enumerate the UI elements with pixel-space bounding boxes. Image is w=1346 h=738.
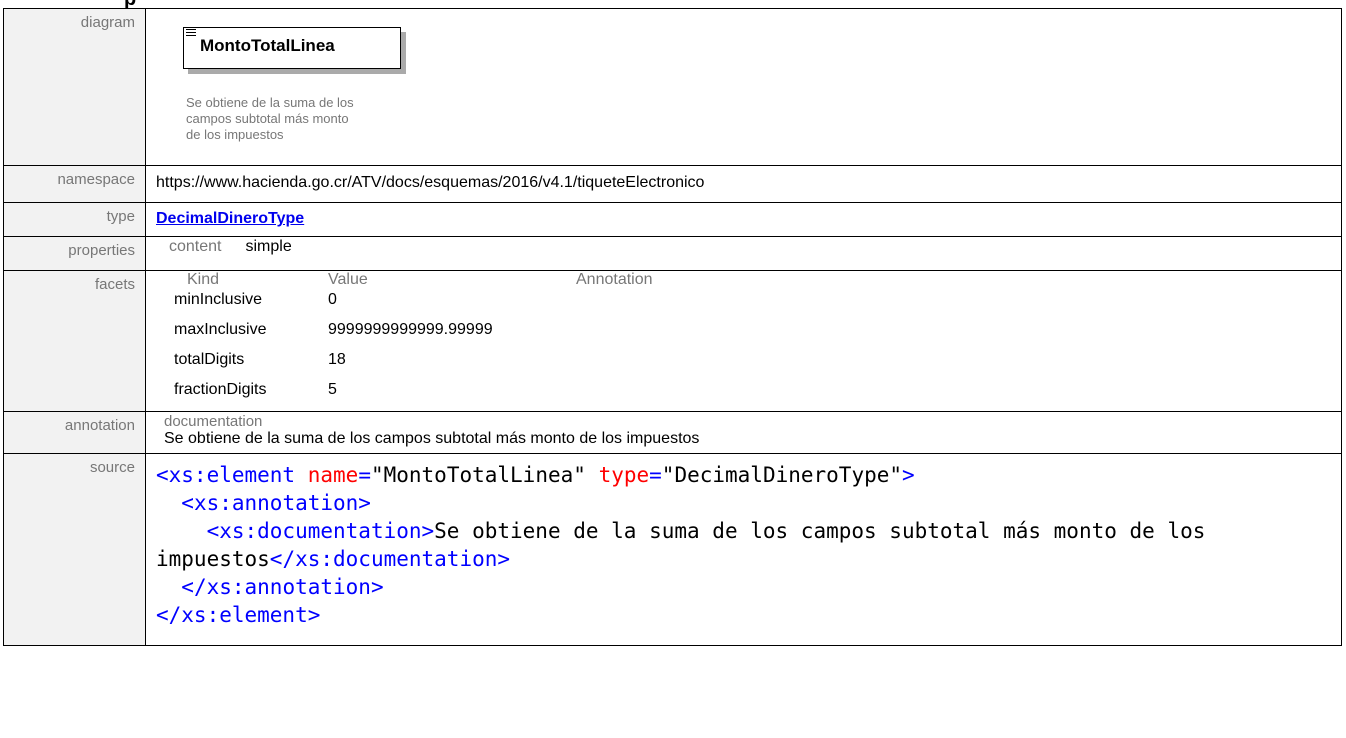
facet-kind: minInclusive <box>174 291 263 308</box>
facet-row: totalDigits 18 <box>156 351 1341 381</box>
src-string: "MontoTotalLinea" <box>370 463 586 487</box>
facet-kind: fractionDigits <box>174 381 267 398</box>
src-attr: type <box>598 463 650 487</box>
facet-row: maxInclusive 9999999999999.99999 <box>156 321 1341 351</box>
label-diagram: diagram <box>3 8 146 166</box>
src-tag: <xs:documentation> <box>206 519 435 543</box>
element-name: MontoTotalLinea <box>200 36 335 55</box>
facet-kind: totalDigits <box>174 351 245 368</box>
src-tag: > <box>902 463 915 487</box>
row-facets: facets Kind Value Annotation minInclusiv… <box>3 270 1342 412</box>
annotation-subheading: documentation <box>164 413 263 430</box>
row-namespace: namespace https://www.hacienda.go.cr/ATV… <box>3 165 1342 203</box>
row-type: type DecimalDineroType <box>3 202 1342 237</box>
diagram-doc-line: campos subtotal más monto <box>186 111 349 126</box>
property-value: simple <box>245 238 292 255</box>
facets-header-kind: Kind <box>187 271 220 288</box>
src-tag: </xs:documentation> <box>269 547 511 571</box>
property-row: content simple <box>156 238 1341 256</box>
row-properties: properties content simple <box>3 236 1342 271</box>
diagram-cell: MontoTotalLinea Se obtiene de la suma de… <box>145 8 1342 166</box>
facets-header: Kind Value Annotation <box>156 271 1341 291</box>
src-eq: = <box>358 463 371 487</box>
facet-kind: maxInclusive <box>174 321 267 338</box>
row-diagram: diagram MontoTotalLinea Se obtiene de la… <box>3 8 1342 166</box>
src-eq: = <box>649 463 662 487</box>
label-source: source <box>3 453 146 646</box>
diagram-documentation: Se obtiene de la suma de los campos subt… <box>186 95 456 143</box>
src-attr: name <box>307 463 359 487</box>
facet-value: 18 <box>328 351 346 368</box>
label-type: type <box>3 202 146 237</box>
namespace-value: https://www.hacienda.go.cr/ATV/docs/esqu… <box>156 174 705 191</box>
row-source: source <xs:element name="MontoTotalLinea… <box>3 453 1342 646</box>
facet-value: 5 <box>328 381 337 398</box>
facet-value: 0 <box>328 291 337 308</box>
element-doc-table: diagram MontoTotalLinea Se obtiene de la… <box>3 8 1342 646</box>
src-tag: <xs:annotation> <box>181 491 371 515</box>
label-facets: facets <box>3 270 146 412</box>
source-code: <xs:element name="MontoTotalLinea" type=… <box>156 461 1326 629</box>
diagram-doc-line: de los impuestos <box>186 127 284 142</box>
element-icon <box>186 29 196 38</box>
label-annotation: annotation <box>3 411 146 454</box>
row-annotation: annotation documentation Se obtiene de l… <box>3 411 1342 454</box>
src-tag: </xs:element> <box>156 603 321 627</box>
facet-row: minInclusive 0 <box>156 291 1341 321</box>
label-properties: properties <box>3 236 146 271</box>
facet-value: 9999999999999.99999 <box>328 321 493 338</box>
element-box: MontoTotalLinea <box>183 27 401 69</box>
src-tag: </xs:annotation> <box>181 575 384 599</box>
facet-row: fractionDigits 5 <box>156 381 1341 411</box>
type-link[interactable]: DecimalDineroType <box>156 210 304 228</box>
diagram-doc-line: Se obtiene de la suma de los <box>186 95 354 110</box>
property-key: content <box>169 238 222 255</box>
facets-header-value: Value <box>328 271 368 288</box>
src-string: "DecimalDineroType" <box>661 463 903 487</box>
label-namespace: namespace <box>3 165 146 203</box>
facets-header-annotation: Annotation <box>576 271 653 288</box>
annotation-text: Se obtiene de la suma de los campos subt… <box>164 430 700 447</box>
src-tag: <xs:element <box>156 463 296 487</box>
